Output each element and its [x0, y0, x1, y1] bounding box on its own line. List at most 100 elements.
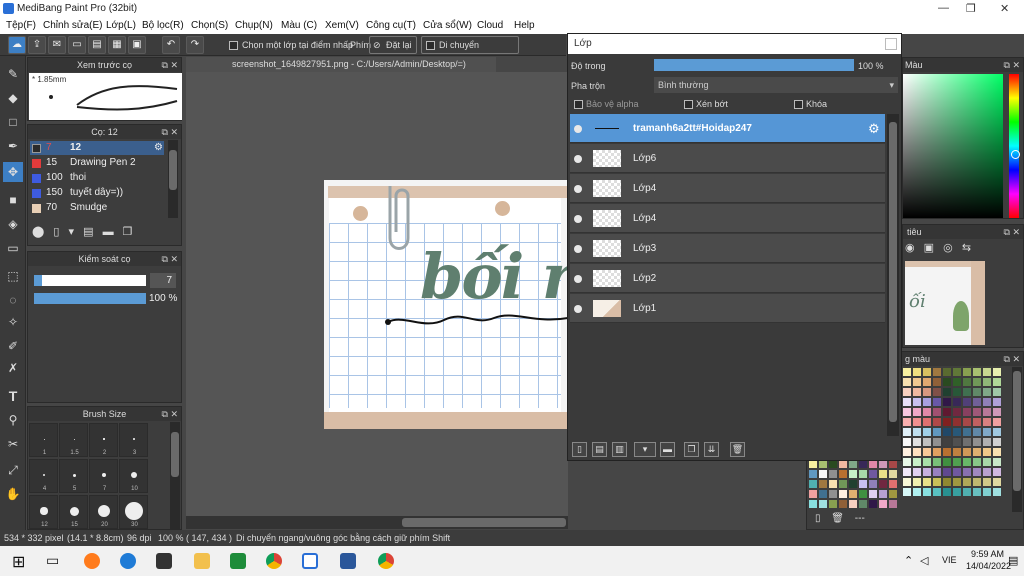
- comment-icon[interactable]: ✉: [48, 36, 66, 54]
- palette-swatch[interactable]: [973, 468, 981, 476]
- palette-swatch[interactable]: [923, 488, 931, 496]
- brush-size-cell[interactable]: 1.5: [59, 423, 88, 457]
- blend-mode-select[interactable]: Bình thường ▾: [654, 77, 898, 93]
- menu-help[interactable]: Help: [514, 20, 535, 31]
- palette-swatch[interactable]: [953, 418, 961, 426]
- palette-swatch[interactable]: [943, 378, 951, 386]
- palette-swatch[interactable]: [879, 490, 887, 498]
- task-view-icon[interactable]: ▭: [46, 552, 59, 569]
- select-pen-tool-icon[interactable]: ✐: [3, 336, 23, 356]
- close-button[interactable]: ✕: [1000, 2, 1009, 15]
- palette-swatch[interactable]: [943, 438, 951, 446]
- palette-swatch[interactable]: [879, 480, 887, 488]
- eraser-tool-icon[interactable]: ◆: [3, 88, 23, 108]
- palette-swatch[interactable]: [889, 500, 897, 508]
- brush-tool-icon[interactable]: ✎: [3, 64, 23, 84]
- visibility-icon[interactable]: [574, 215, 582, 223]
- palette-swatch[interactable]: [953, 488, 961, 496]
- palette-swatch[interactable]: [903, 378, 911, 386]
- palette-swatch[interactable]: [903, 418, 911, 426]
- palette-swatch[interactable]: [913, 468, 921, 476]
- cloud-icon[interactable]: ☁: [8, 36, 26, 54]
- new-halftone-layer-icon[interactable]: ▤: [592, 442, 607, 457]
- brush-size-cell[interactable]: 30: [119, 495, 148, 529]
- protect-alpha-checkbox[interactable]: [574, 100, 583, 109]
- palette-swatch[interactable]: [879, 500, 887, 508]
- palette-swatch[interactable]: [923, 438, 931, 446]
- operation-tool-icon[interactable]: ⚲: [3, 410, 23, 430]
- visibility-icon[interactable]: [574, 125, 582, 133]
- palette-swatch[interactable]: [829, 480, 837, 488]
- new-layer-icon[interactable]: ▯: [572, 442, 587, 457]
- palette-swatch[interactable]: [933, 488, 941, 496]
- brush-size-cell[interactable]: 4: [29, 459, 58, 493]
- palette-swatch[interactable]: [973, 418, 981, 426]
- palette-swatch[interactable]: [913, 368, 921, 376]
- palette-swatch[interactable]: [943, 488, 951, 496]
- palette-swatch[interactable]: [809, 490, 817, 498]
- palette-swatch[interactable]: [809, 480, 817, 488]
- hue-slider[interactable]: [1009, 74, 1019, 218]
- palette-swatch[interactable]: [983, 378, 991, 386]
- visibility-icon[interactable]: [574, 245, 582, 253]
- palette-swatch[interactable]: [953, 438, 961, 446]
- fill-rect-tool-icon[interactable]: ■: [3, 190, 23, 210]
- add-brush-icon[interactable]: ⬤: [32, 226, 44, 238]
- palette-swatch[interactable]: [829, 460, 837, 468]
- brush-size-cell[interactable]: 3: [119, 423, 148, 457]
- layer-opacity-slider[interactable]: [654, 59, 854, 71]
- size-value[interactable]: 7: [150, 273, 176, 288]
- palette-swatch[interactable]: [889, 460, 897, 468]
- palette-swatch[interactable]: [993, 378, 1001, 386]
- palette-swatch[interactable]: [973, 428, 981, 436]
- layer-row[interactable]: Lớp4: [570, 204, 885, 233]
- palette-swatch[interactable]: [963, 398, 971, 406]
- palette-swatch[interactable]: [829, 490, 837, 498]
- chrome-profile-icon[interactable]: [378, 553, 394, 569]
- lock-checkbox[interactable]: [794, 100, 803, 109]
- palette-swatch[interactable]: [923, 398, 931, 406]
- palette-swatch[interactable]: [963, 368, 971, 376]
- palette-swatch[interactable]: [953, 368, 961, 376]
- zoom-in-icon[interactable]: ◉: [905, 242, 915, 254]
- palette-swatch[interactable]: [869, 460, 877, 468]
- palette-swatch[interactable]: [879, 470, 887, 478]
- new-8bit-layer-icon[interactable]: ▥: [612, 442, 627, 457]
- file-explorer-icon[interactable]: [194, 553, 210, 569]
- palette-swatch[interactable]: [933, 478, 941, 486]
- palette-swatch[interactable]: [869, 480, 877, 488]
- palette-swatch[interactable]: [913, 438, 921, 446]
- menu-cloud[interactable]: Cloud: [477, 20, 503, 31]
- undo-icon[interactable]: ↶: [162, 36, 180, 54]
- medibang-taskbar-icon[interactable]: [302, 553, 318, 569]
- palette-swatch[interactable]: [933, 398, 941, 406]
- palette-swatch[interactable]: [829, 470, 837, 478]
- menu-tools[interactable]: Công cụ(T): [366, 20, 416, 31]
- page-icon[interactable]: ▤: [88, 36, 106, 54]
- menu-edit[interactable]: Chỉnh sửa(E): [43, 20, 103, 31]
- palette-swatch[interactable]: [943, 388, 951, 396]
- palette-swatch[interactable]: [859, 480, 867, 488]
- palette-swatch[interactable]: [923, 388, 931, 396]
- palette-swatch[interactable]: [933, 368, 941, 376]
- bucket-tool-icon[interactable]: ◈: [3, 214, 23, 234]
- palette-swatch[interactable]: [913, 418, 921, 426]
- minimize-button[interactable]: —: [938, 2, 949, 14]
- palette-swatch[interactable]: [993, 408, 1001, 416]
- palette-swatch[interactable]: [809, 470, 817, 478]
- palette-swatch[interactable]: [993, 448, 1001, 456]
- layer-row[interactable]: Lớp2: [570, 264, 885, 293]
- gradient-tool-icon[interactable]: ▭: [3, 238, 23, 258]
- palette-swatch[interactable]: [849, 490, 857, 498]
- palette-swatch[interactable]: [859, 460, 867, 468]
- palette-swatch[interactable]: [993, 418, 1001, 426]
- layer-row[interactable]: tramanh6a2tt#Hoidap247 ⚙: [570, 114, 885, 143]
- palette-swatch[interactable]: [943, 428, 951, 436]
- brush-size-cell[interactable]: 5: [59, 459, 88, 493]
- palette-swatch[interactable]: [993, 398, 1001, 406]
- brush-size-cell[interactable]: 15: [59, 495, 88, 529]
- palette-swatch[interactable]: [859, 470, 867, 478]
- palette-swatch[interactable]: [903, 398, 911, 406]
- palette-swatch[interactable]: [913, 458, 921, 466]
- palette-swatch[interactable]: [943, 468, 951, 476]
